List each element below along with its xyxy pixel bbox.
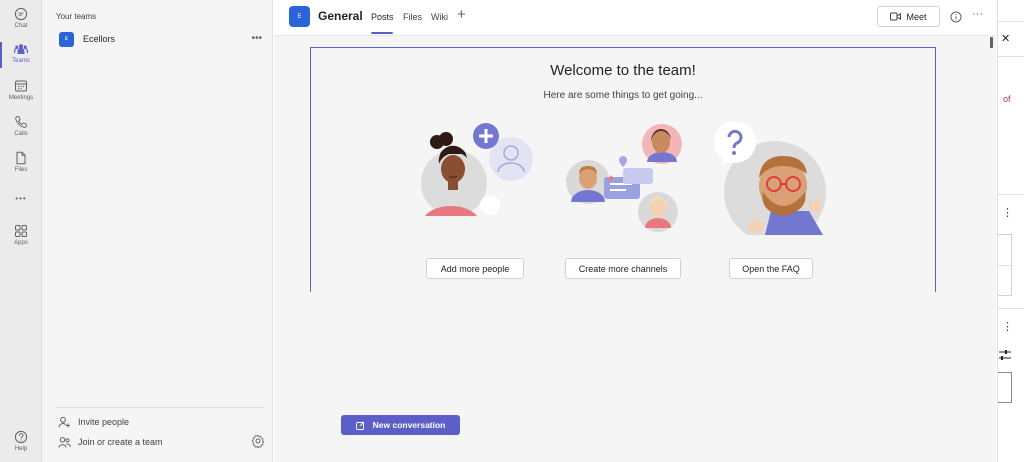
people-team-icon: [58, 436, 71, 448]
divider: [998, 56, 1024, 57]
divider: [998, 308, 1024, 309]
team-avatar: E: [59, 31, 74, 47]
rail-chat[interactable]: Chat: [0, 7, 42, 41]
tab-wiki[interactable]: Wiki: [431, 12, 448, 22]
divider: [998, 194, 1024, 195]
rail-label: Chat: [14, 23, 28, 29]
join-create-team-label: Join or create a team: [78, 437, 163, 447]
team-item-ecellors[interactable]: E Ecellors •••: [56, 29, 268, 49]
faq-illustration: [714, 121, 826, 235]
partial-input[interactable]: [998, 372, 1012, 403]
new-conversation-button[interactable]: New conversation: [341, 415, 460, 435]
rail-meetings[interactable]: Meetings: [0, 79, 42, 113]
active-tab-indicator: [371, 32, 393, 34]
rail-label: Files: [14, 167, 28, 173]
channel-name: General: [318, 9, 363, 23]
channel-team-avatar: E: [289, 6, 310, 27]
calendar-icon: [15, 80, 27, 92]
welcome-title: Welcome to the team!: [550, 62, 696, 79]
teams-icon: [14, 44, 28, 54]
rail-help[interactable]: Help: [0, 430, 42, 462]
chat-icon: [14, 7, 28, 21]
partial-text: of: [1003, 94, 1011, 104]
meet-button[interactable]: Meet: [877, 6, 940, 27]
rail-teams[interactable]: Teams: [0, 42, 42, 76]
invite-people-button[interactable]: Invite people: [58, 414, 129, 430]
video-camera-icon: [890, 12, 902, 21]
team-more-options-icon[interactable]: •••: [251, 33, 262, 44]
rail-label: Help: [14, 446, 28, 452]
help-icon: [14, 430, 28, 444]
new-conversation-label: New conversation: [372, 420, 446, 430]
background-window-edge: ✕ of ⋮ ⋮: [997, 0, 1024, 462]
rail-more-apps[interactable]: •••: [0, 194, 42, 208]
welcome-card: Welcome to the team! Here are some thing…: [310, 47, 936, 292]
apps-icon: [15, 225, 27, 237]
create-channels-illustration: [566, 124, 682, 232]
divider: [998, 265, 1012, 266]
channel-header: E General Posts Files Wiki + Meet ···: [274, 0, 996, 36]
rail-label: Calls: [14, 131, 28, 137]
meet-label: Meet: [906, 11, 927, 22]
rail-label: Apps: [14, 240, 28, 246]
teams-app-window: Chat Teams Meetings Calls Files ••• Apps…: [0, 0, 1024, 462]
join-create-team-button[interactable]: Join or create a team: [58, 434, 163, 450]
panel-divider: [56, 407, 264, 408]
compose-icon: [355, 421, 364, 430]
invite-people-label: Invite people: [78, 417, 130, 427]
add-people-illustration: [421, 123, 533, 216]
phone-icon: [15, 116, 27, 128]
tab-posts[interactable]: Posts: [371, 12, 394, 22]
rail-label: Teams: [12, 58, 30, 64]
welcome-subtitle: Here are some things to get going...: [543, 90, 703, 101]
info-icon[interactable]: [950, 11, 962, 23]
sliders-icon[interactable]: [999, 349, 1011, 361]
channel-main: E General Posts Files Wiki + Meet ··· We…: [274, 0, 996, 462]
channel-more-options-icon[interactable]: ···: [972, 8, 983, 20]
close-icon[interactable]: ✕: [1001, 32, 1010, 45]
rail-calls[interactable]: Calls: [0, 115, 42, 149]
app-rail: Chat Teams Meetings Calls Files ••• Apps…: [0, 0, 42, 462]
person-add-icon: [58, 416, 70, 428]
open-faq-button[interactable]: Open the FAQ: [729, 258, 813, 279]
rail-label: Meetings: [8, 95, 34, 101]
your-teams-heading: Your teams: [56, 12, 97, 21]
more-icon: •••: [15, 194, 27, 203]
file-icon: [16, 151, 26, 165]
more-options-icon[interactable]: ⋮: [1002, 206, 1013, 219]
scrollbar-thumb[interactable]: [990, 37, 993, 48]
rail-files[interactable]: Files: [0, 151, 42, 185]
divider: [998, 21, 1024, 22]
more-options-icon[interactable]: ⋮: [1002, 320, 1013, 333]
team-name: Ecellors: [83, 34, 116, 44]
add-tab-plus-icon[interactable]: +: [457, 7, 466, 22]
add-more-people-button[interactable]: Add more people: [426, 258, 524, 279]
rail-apps[interactable]: Apps: [0, 224, 42, 258]
create-more-channels-button[interactable]: Create more channels: [565, 258, 681, 279]
teams-panel: Your teams E Ecellors ••• Invite people …: [42, 0, 273, 462]
tab-files[interactable]: Files: [403, 12, 422, 22]
gear-icon[interactable]: [251, 434, 265, 448]
